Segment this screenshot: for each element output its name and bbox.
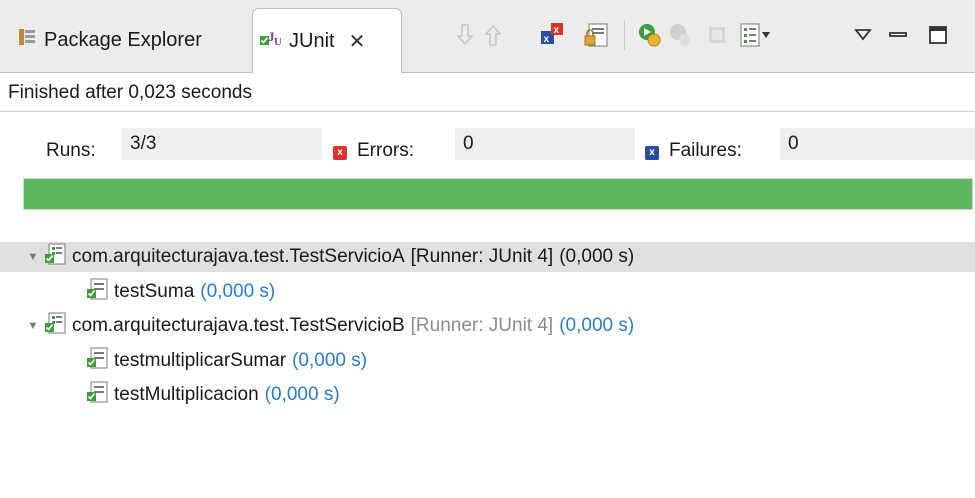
tree-row-suite[interactable]: ▼ com.arquitecturajava.test.TestServicio…	[26, 311, 634, 341]
runs-label: Runs:	[46, 140, 96, 161]
rerun-failed-first-icon[interactable]	[668, 22, 694, 48]
expand-twisty-icon[interactable]: ▼	[26, 320, 40, 332]
view-menu-icon[interactable]	[850, 22, 876, 48]
time-label: (0,000 s)	[264, 384, 340, 405]
tree-row-test[interactable]: testMultiplicacion (0,000 s)	[86, 380, 340, 410]
stop-icon[interactable]	[704, 22, 730, 48]
runner-label: [Runner: JUnit 4]	[410, 246, 554, 267]
rerun-test-icon[interactable]	[637, 22, 663, 48]
tab-label: Package Explorer	[44, 28, 202, 51]
package-explorer-icon	[18, 28, 36, 52]
time-label: (0,000 s)	[559, 246, 635, 267]
failures-label: Failures:	[669, 140, 742, 161]
close-icon[interactable]: ✕	[349, 29, 366, 54]
tree-row-test[interactable]: testmultiplicarSumar (0,000 s)	[86, 346, 367, 376]
junit-icon: J U	[259, 27, 282, 55]
test-suite-icon	[44, 243, 66, 271]
view-tab-bar: Package Explorer J U JUnit ✕ x x	[0, 0, 975, 73]
scroll-lock-icon[interactable]	[583, 22, 609, 48]
runs-count: 3/3	[130, 133, 157, 154]
status-line: Finished after 0,023 seconds	[0, 73, 975, 112]
test-label: testMultiplicacion	[114, 384, 259, 405]
chevron-down-icon[interactable]	[758, 22, 774, 48]
test-label: testmultiplicarSumar	[114, 350, 287, 371]
next-failure-icon[interactable]	[452, 22, 478, 48]
runner-label: [Runner: JUnit 4]	[410, 315, 554, 336]
failures-count: 0	[788, 133, 799, 154]
test-passed-icon	[86, 381, 108, 409]
status-text: Finished after 0,023 seconds	[8, 82, 252, 103]
tree-row-test[interactable]: testSuma (0,000 s)	[86, 277, 275, 307]
test-label: testSuma	[114, 281, 195, 302]
tab-package-explorer[interactable]: Package Explorer	[8, 8, 248, 72]
tree-row-suite[interactable]: ▼ com.arquitecturajava.test.TestServicio…	[0, 242, 975, 272]
tab-junit[interactable]: J U JUnit ✕	[252, 8, 402, 73]
expand-twisty-icon[interactable]: ▼	[26, 251, 40, 263]
test-suite-icon	[44, 312, 66, 340]
minimize-icon[interactable]	[885, 22, 911, 48]
runs-value: 3/3	[122, 128, 322, 160]
time-label: (0,000 s)	[559, 315, 635, 336]
show-failures-only-icon[interactable]: x x	[540, 22, 566, 48]
failures-value: 0	[780, 128, 975, 160]
errors-count: 0	[463, 133, 474, 154]
tab-label: JUnit	[289, 29, 335, 52]
progress-bar	[23, 178, 973, 210]
error-icon: x	[333, 146, 347, 160]
test-passed-icon	[86, 278, 108, 306]
svg-text:x: x	[544, 34, 550, 45]
suite-label: com.arquitecturajava.test.TestServicioA	[72, 246, 405, 267]
svg-text:U: U	[274, 36, 281, 48]
maximize-icon[interactable]	[925, 22, 951, 48]
errors-label: Errors:	[357, 140, 414, 161]
failure-icon: x	[645, 146, 659, 160]
time-label: (0,000 s)	[200, 281, 276, 302]
time-label: (0,000 s)	[292, 350, 368, 371]
errors-value: 0	[455, 128, 635, 160]
previous-failure-icon[interactable]	[480, 22, 506, 48]
svg-text:x: x	[554, 25, 560, 36]
toolbar-separator	[624, 20, 625, 50]
progress-bar-fill	[24, 179, 972, 209]
test-passed-icon	[86, 347, 108, 375]
suite-label: com.arquitecturajava.test.TestServicioB	[72, 315, 405, 336]
